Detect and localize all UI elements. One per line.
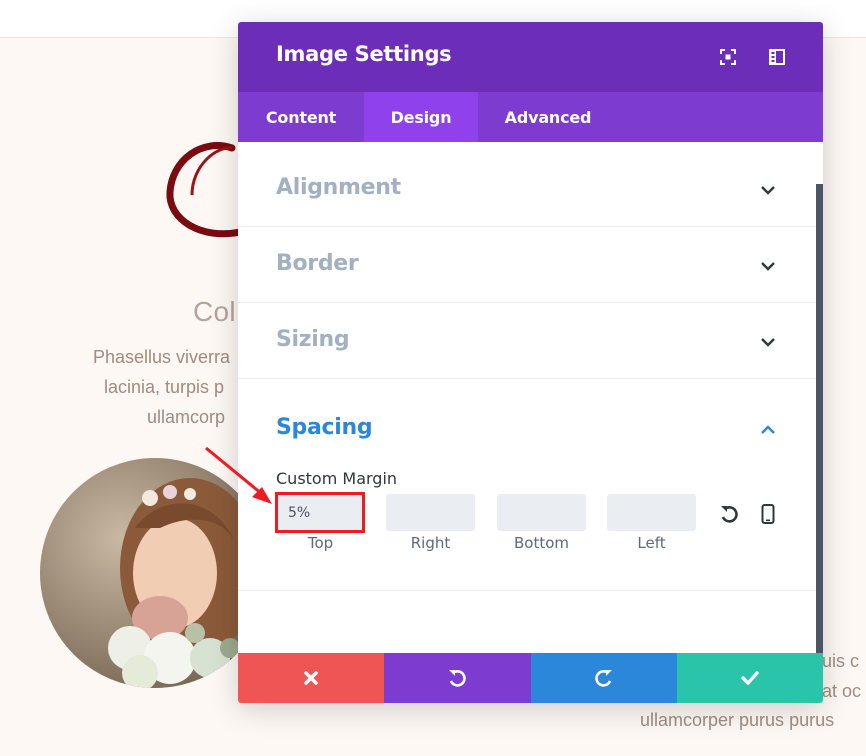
check-icon	[741, 671, 759, 685]
chevron-down-icon[interactable]	[758, 332, 778, 352]
chevron-up-icon[interactable]	[758, 419, 778, 439]
modal-header: Image Settings	[238, 22, 823, 92]
modal-footer	[238, 653, 823, 703]
background-text-line: uis c	[822, 651, 860, 671]
margin-right-input[interactable]	[386, 494, 475, 531]
discard-button[interactable]	[238, 653, 385, 703]
section-label: Sizing	[276, 327, 350, 352]
close-icon	[304, 671, 318, 685]
background-text-line: ullamcorp	[147, 407, 226, 427]
section-label: Border	[276, 251, 359, 276]
background-text-line: lacinia, turpis p	[104, 377, 225, 397]
modal-title: Image Settings	[276, 42, 452, 66]
margin-right-label: Right	[410, 534, 451, 552]
tab-content[interactable]: Content	[238, 92, 364, 142]
sidebar-layout-icon[interactable]	[767, 47, 787, 67]
chevron-down-icon[interactable]	[758, 256, 778, 276]
settings-tabs: Content Design Advanced	[238, 92, 823, 142]
margin-left-input[interactable]	[607, 494, 696, 531]
screenshot-icon[interactable]	[718, 47, 738, 67]
section-label[interactable]: Spacing	[276, 415, 373, 440]
background-heading: Col	[193, 296, 236, 327]
margin-top-input[interactable]	[276, 494, 365, 531]
redo-button[interactable]	[530, 653, 677, 703]
background-text-line: Phasellus viverra	[93, 347, 231, 367]
background-text-line: ullamcorper purus purus	[640, 710, 835, 730]
background-text-line: at oc	[822, 681, 862, 701]
tab-design[interactable]: Design	[364, 92, 478, 142]
scrollbar[interactable]	[816, 184, 823, 654]
mobile-device-icon[interactable]	[757, 503, 779, 525]
undo-button[interactable]	[384, 653, 531, 703]
margin-bottom-label: Bottom	[513, 534, 570, 552]
tab-advanced[interactable]: Advanced	[478, 92, 618, 142]
custom-margin-label: Custom Margin	[276, 469, 398, 488]
section-border[interactable]: Border	[238, 227, 816, 303]
reset-icon[interactable]	[718, 503, 740, 525]
image-settings-modal: Image Settings Content Design Advanced A…	[238, 22, 823, 703]
section-alignment[interactable]: Alignment	[238, 142, 816, 227]
section-label: Alignment	[276, 175, 401, 200]
undo-icon	[449, 670, 467, 687]
save-button[interactable]	[676, 653, 823, 703]
redo-icon	[594, 670, 612, 687]
chevron-down-icon[interactable]	[758, 180, 778, 200]
margin-top-label: Top	[307, 534, 334, 552]
section-sizing[interactable]: Sizing	[238, 303, 816, 379]
margin-bottom-input[interactable]	[497, 494, 586, 531]
bride-photo	[40, 458, 270, 688]
margin-left-label: Left	[637, 534, 666, 552]
